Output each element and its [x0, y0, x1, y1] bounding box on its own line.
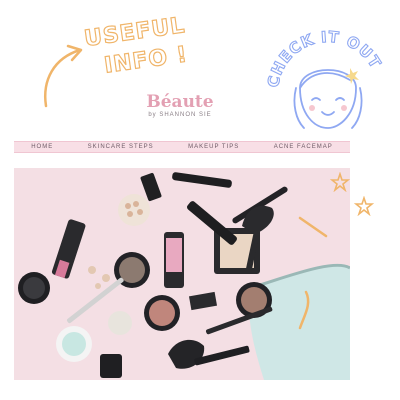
nav-item-home[interactable]: HOME [31, 144, 53, 150]
site-logo[interactable]: Béaute by SHANNON SIE [120, 92, 240, 118]
main-nav: HOME SKINCARE STEPS MAKEUP TIPS ACNE FAC… [14, 141, 350, 153]
nav-item-acne-facemap[interactable]: ACNE FACEMAP [274, 144, 333, 150]
star-doodle-icon [330, 172, 350, 192]
nav-item-makeup-tips[interactable]: MAKEUP TIPS [188, 144, 239, 150]
logo-name: Béaute [146, 92, 214, 112]
nav-item-skincare-steps[interactable]: SKINCARE STEPS [88, 144, 154, 150]
check-it-out-doodle: CHECK IT OUT [266, 28, 385, 129]
squiggle-doodle-icon [298, 216, 328, 330]
curved-arrow-icon [44, 44, 83, 108]
logo-byline: by SHANNON SIE [148, 112, 212, 118]
star-doodle-icon [354, 196, 374, 216]
svg-text:CHECK IT OUT: CHECK IT OUT [266, 28, 385, 89]
check-it-out-text: CHECK IT OUT [266, 28, 384, 89]
